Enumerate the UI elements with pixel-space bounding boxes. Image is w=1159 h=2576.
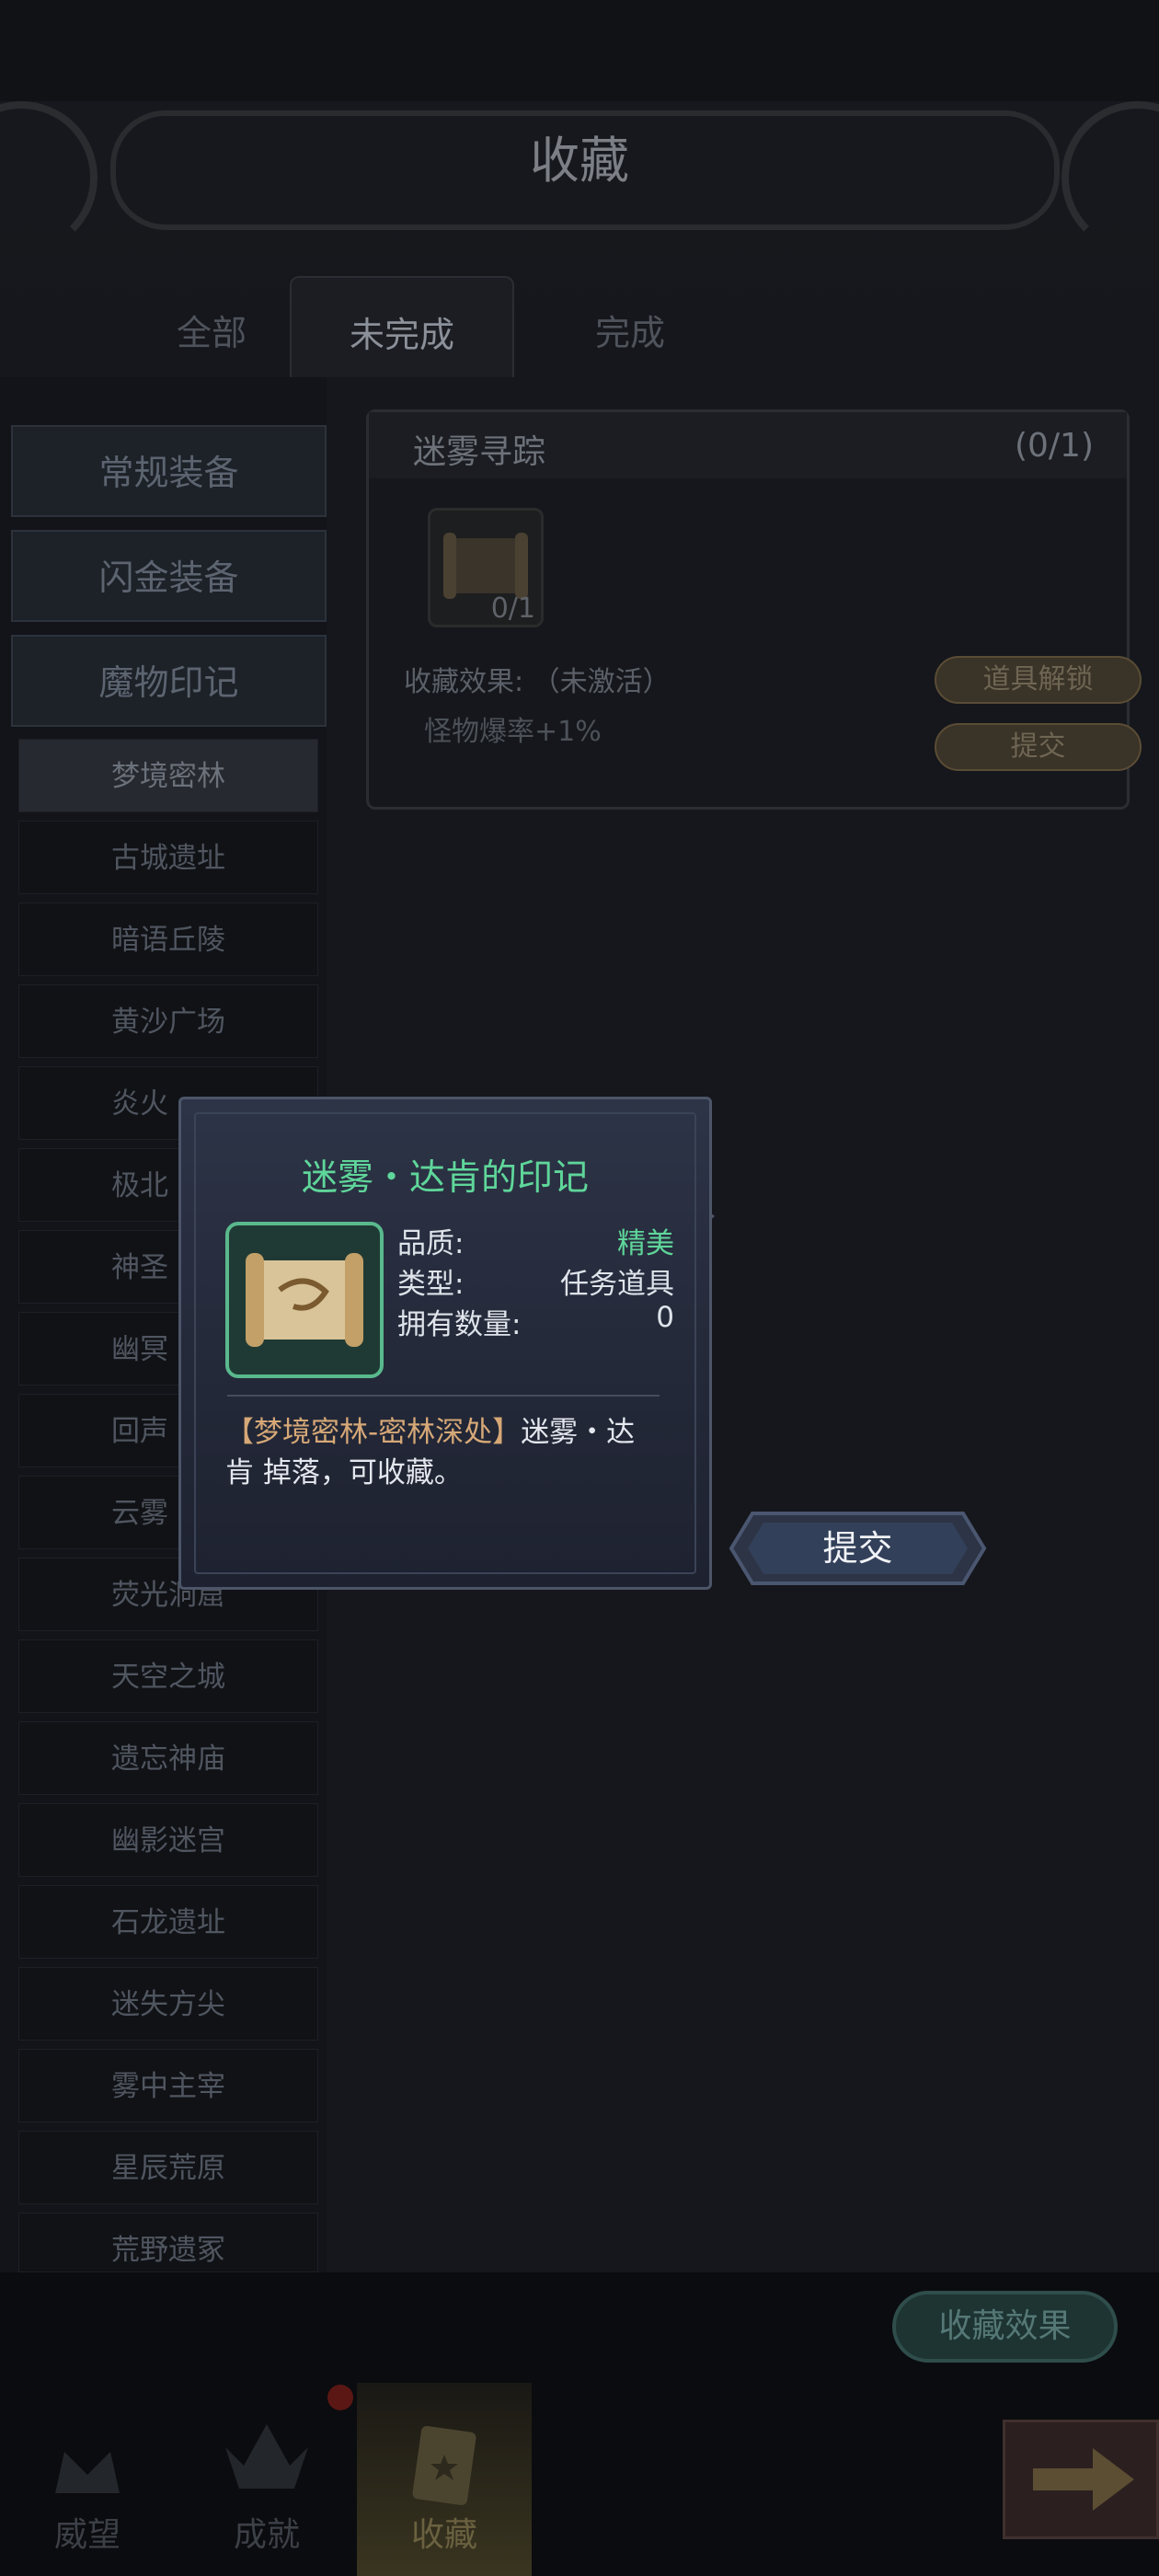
quality-label: 品质: — [397, 1227, 465, 1260]
category-regular-equipment[interactable]: 常规装备 — [11, 425, 327, 517]
arrow-right-icon — [1033, 2448, 1134, 2511]
collection-effect-button[interactable]: 收藏效果 — [892, 2291, 1118, 2363]
tab-incomplete[interactable]: 未完成 — [290, 276, 514, 388]
nav-label: 成就 — [233, 2516, 300, 2554]
nav-label: 收藏 — [410, 2516, 477, 2554]
tab-complete[interactable]: 完成 — [520, 276, 740, 386]
next-arrow-button[interactable] — [1003, 2420, 1159, 2539]
owned-label: 拥有数量: — [397, 1308, 522, 1341]
sidebar-item[interactable]: 荒野遗冢 — [18, 2213, 318, 2272]
submit-button[interactable]: 提交 — [727, 1504, 989, 1593]
category-monster-mark[interactable]: 魔物印记 — [11, 635, 327, 727]
sidebar-item[interactable]: 星辰荒原 — [18, 2131, 318, 2204]
submit-label: 提交 — [822, 1528, 893, 1569]
type-value: 任务道具 — [560, 1268, 674, 1301]
sidebar-item[interactable]: 黄沙广场 — [18, 984, 318, 1058]
card-item-slot[interactable]: 0/1 — [428, 508, 544, 627]
card-effect-label: 收藏效果: （未激活） — [404, 666, 671, 698]
sidebar-item[interactable]: 天空之城 — [18, 1639, 318, 1713]
sidebar-item[interactable]: 迷失方尖 — [18, 1967, 318, 2041]
sidebar-item[interactable]: 古城遗址 — [18, 821, 318, 894]
card-effect-value: 怪物爆率+1% — [424, 716, 602, 748]
popup-item-icon — [225, 1222, 384, 1378]
popup-title: 迷雾・达肯的印记 — [301, 1157, 589, 1199]
item-detail-popup: 迷雾・达肯的印记 品质: 精美 类型: 任务道具 拥有数量: 0 【梦境密林-密… — [178, 1097, 712, 1590]
sidebar-item-dream-forest[interactable]: 梦境密林 — [18, 739, 318, 812]
sidebar-item[interactable]: 雾中主宰 — [18, 2049, 318, 2122]
notification-badge — [327, 2385, 353, 2410]
card-name: 迷雾寻踪 — [413, 433, 546, 471]
type-label: 类型: — [397, 1268, 465, 1301]
crown-icon — [55, 2452, 120, 2493]
collection-card: 迷雾寻踪 (0/1) 0/1 收藏效果: （未激活） 怪物爆率+1% 道具解锁 … — [366, 409, 1142, 810]
category-gold-equipment[interactable]: 闪金装备 — [11, 530, 327, 622]
nav-prestige[interactable]: 威望 — [0, 2383, 175, 2576]
popup-divider — [227, 1395, 660, 1397]
sidebar-item[interactable]: 幽影迷宫 — [18, 1803, 318, 1877]
nav-label: 威望 — [53, 2516, 120, 2554]
sidebar-item[interactable]: 暗语丘陵 — [18, 903, 318, 976]
sidebar-item[interactable]: 石龙遗址 — [18, 1885, 318, 1959]
desc-source: 【梦境密林-密林深处】 — [225, 1416, 522, 1449]
popup-description: 【梦境密林-密林深处】迷雾・达肯 掉落，可收藏。 — [225, 1412, 658, 1493]
nav-collection[interactable]: 收藏 — [357, 2383, 532, 2576]
card-submit-button[interactable]: 提交 — [935, 723, 1142, 771]
nav-achievement[interactable]: 成就 — [179, 2383, 354, 2576]
quality-value: 精美 — [617, 1227, 674, 1260]
sidebar-item[interactable]: 遗忘神庙 — [18, 1721, 318, 1795]
scroll-icon — [246, 1253, 363, 1347]
card-progress: (0/1) — [1014, 427, 1094, 465]
page-title: 收藏 — [530, 132, 629, 190]
unlock-item-button[interactable]: 道具解锁 — [935, 656, 1142, 704]
tab-bar: 全部 未完成 完成 — [101, 276, 763, 388]
owned-value: 0 — [656, 1301, 674, 1334]
bottom-nav: 威望 成就 收藏 — [0, 2383, 1159, 2576]
wings-icon — [225, 2424, 308, 2489]
scroll-icon — [412, 2425, 476, 2506]
card-item-qty: 0/1 — [490, 592, 535, 625]
tab-all[interactable]: 全部 — [101, 276, 322, 386]
